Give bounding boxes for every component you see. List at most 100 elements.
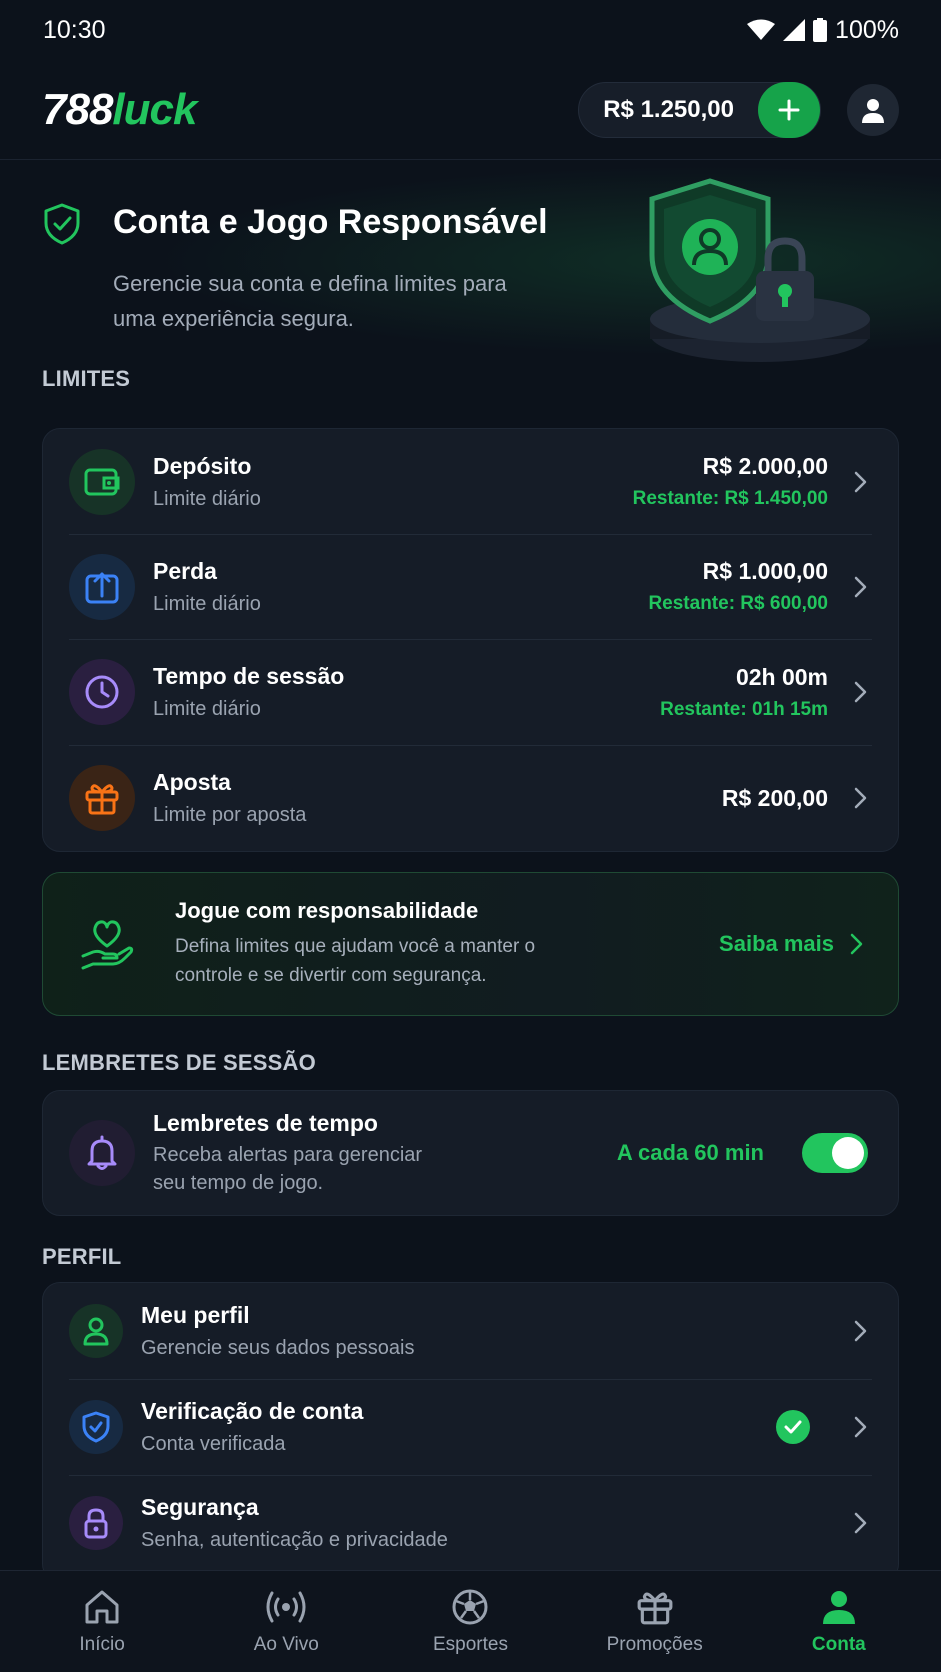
- banner-title: Jogue com responsabilidade: [175, 898, 479, 923]
- shield-check-icon: [44, 203, 80, 245]
- reminder-interval[interactable]: A cada 60 min: [617, 1140, 764, 1166]
- chevron-right-icon: [854, 1416, 867, 1438]
- wallet-icon: [84, 468, 120, 495]
- nav-promotions[interactable]: Promoções: [570, 1588, 740, 1656]
- gift-icon: [85, 784, 119, 815]
- deposit-text: Depósito Limite diário: [153, 453, 633, 511]
- chevron-right-icon: [854, 681, 867, 703]
- battery-icon: [813, 18, 828, 42]
- page-title: Conta e Jogo Responsável: [113, 203, 548, 241]
- clock-icon: [85, 675, 119, 709]
- chevron-right-icon: [854, 787, 867, 809]
- user-icon: [822, 1590, 855, 1624]
- reminder-title: Lembretes de tempo: [153, 1109, 378, 1136]
- limit-title: Tempo de sessão: [153, 663, 345, 689]
- verified-badge: [776, 1410, 810, 1444]
- limit-remaining: Restante: R$ 1.450,00: [632, 488, 828, 509]
- limit-period: Limite diário: [153, 698, 261, 720]
- limit-remaining: Restante: 01h 15m: [660, 698, 828, 720]
- nav-label: Esportes: [432, 1633, 508, 1655]
- loss-values: R$ 1.000,00 Restante: R$ 600,00: [648, 558, 828, 615]
- plus-icon: [778, 99, 800, 120]
- shield-check-icon: [82, 1411, 110, 1443]
- session-time-values: 02h 00m Restante: 01h 15m: [660, 664, 828, 721]
- status-time: 10:30: [43, 15, 106, 44]
- reminders-card: Lembretes de tempo Receba alertas para g…: [42, 1090, 899, 1216]
- hero-section: Conta e Jogo Responsável Gerencie sua co…: [0, 161, 941, 383]
- brand-logo[interactable]: 788luck: [42, 84, 197, 135]
- profile-item-subtitle: Senha, autenticação e privacidade: [141, 1529, 448, 1551]
- status-icons: 100%: [747, 16, 899, 45]
- my-profile-text: Meu perfil Gerencie seus dados pessoais: [141, 1302, 854, 1360]
- profile-row-my-profile[interactable]: Meu perfil Gerencie seus dados pessoais: [43, 1283, 898, 1379]
- banner-text: Jogue com responsabilidade Defina limite…: [175, 898, 719, 990]
- nav-label: Início: [79, 1633, 125, 1655]
- chevron-right-icon: [854, 471, 867, 492]
- profile-item-title: Segurança: [141, 1494, 259, 1520]
- chevron-right-icon: [854, 1320, 867, 1342]
- limit-period: Limite diário: [153, 592, 261, 615]
- nav-home[interactable]: Início: [17, 1588, 187, 1656]
- upload-arrow-icon: [85, 572, 119, 603]
- profile-row-security[interactable]: Segurança Senha, autenticação e privacid…: [43, 1475, 898, 1571]
- loss-text: Perda Limite diário: [153, 558, 648, 616]
- profile-item-title: Meu perfil: [141, 1302, 250, 1328]
- balance-pill[interactable]: R$ 1.250,00: [578, 81, 821, 138]
- check-icon: [784, 1420, 802, 1434]
- profile-row-verification[interactable]: Verificação de conta Conta verificada: [43, 1379, 898, 1475]
- profile-item-subtitle: Gerencie seus dados pessoais: [141, 1337, 415, 1359]
- nav-label: Promoções: [606, 1633, 703, 1655]
- logo-word: luck: [112, 84, 197, 134]
- account-avatar-button[interactable]: [847, 83, 899, 136]
- session-time-text: Tempo de sessão Limite diário: [153, 663, 660, 721]
- battery-level: 100%: [835, 15, 899, 44]
- limit-value: R$ 200,00: [721, 784, 828, 811]
- page-subtitle: Gerencie sua conta e defina limites para…: [113, 271, 507, 331]
- nav-label: Conta: [811, 1633, 866, 1655]
- user-icon: [83, 1317, 109, 1346]
- reminders-section-title: LEMBRETES DE SESSÃO: [42, 1050, 316, 1075]
- verification-text: Verificação de conta Conta verificada: [141, 1398, 776, 1456]
- logo-number: 788: [42, 84, 113, 134]
- limit-period: Limite diário: [153, 487, 261, 510]
- live-broadcast-icon: [266, 1591, 306, 1622]
- nav-account[interactable]: Conta: [754, 1588, 924, 1656]
- reminder-toggle[interactable]: [802, 1133, 868, 1173]
- signal-icon: [783, 19, 806, 41]
- limit-row-loss[interactable]: Perda Limite diário R$ 1.000,00 Restante…: [43, 534, 898, 639]
- limit-value: R$ 2.000,00: [702, 453, 828, 479]
- nav-live[interactable]: Ao Vivo: [201, 1588, 371, 1656]
- limit-period: Limite por aposta: [153, 804, 307, 826]
- limit-remaining: Restante: R$ 600,00: [648, 593, 828, 614]
- limit-value: 02h 00m: [735, 663, 828, 690]
- bet-values: R$ 200,00: [722, 785, 828, 812]
- chevron-right-icon: [854, 576, 867, 597]
- app-header: 788luck R$ 1.250,00: [0, 60, 941, 160]
- limit-row-bet[interactable]: Aposta Limite por aposta R$ 200,00: [43, 745, 898, 851]
- limit-value: R$ 1.000,00: [702, 558, 828, 584]
- toggle-knob: [832, 1137, 864, 1169]
- nav-label: Ao Vivo: [253, 1633, 319, 1655]
- limits-card: Depósito Limite diário R$ 2.000,00 Resta…: [42, 428, 899, 852]
- add-funds-button[interactable]: [758, 81, 820, 138]
- limit-title: Aposta: [153, 769, 231, 795]
- limits-section-title: LIMITES: [42, 366, 131, 391]
- profile-card: Meu perfil Gerencie seus dados pessoais …: [42, 1282, 899, 1582]
- deposit-icon-circle: [69, 448, 135, 515]
- home-icon: [85, 1590, 119, 1623]
- profile-item-subtitle: Conta verificada: [141, 1433, 286, 1455]
- session-time-icon-circle: [69, 659, 135, 725]
- bet-text: Aposta Limite por aposta: [153, 769, 722, 827]
- learn-more-label: Saiba mais: [719, 931, 834, 956]
- balance-amount: R$ 1.250,00: [603, 95, 734, 123]
- limit-row-deposit[interactable]: Depósito Limite diário R$ 2.000,00 Resta…: [43, 429, 898, 534]
- gift-icon: [637, 1592, 673, 1624]
- lock-icon: [84, 1508, 108, 1539]
- time-reminders-row: Lembretes de tempo Receba alertas para g…: [43, 1091, 898, 1215]
- header-actions: R$ 1.250,00: [578, 81, 899, 138]
- limit-row-session-time[interactable]: Tempo de sessão Limite diário 02h 00m Re…: [43, 639, 898, 745]
- nav-sports[interactable]: Esportes: [385, 1588, 555, 1656]
- profile-item-title: Verificação de conta: [141, 1398, 364, 1424]
- learn-more-link[interactable]: Saiba mais: [719, 931, 864, 957]
- heart-hand-icon: [81, 920, 134, 970]
